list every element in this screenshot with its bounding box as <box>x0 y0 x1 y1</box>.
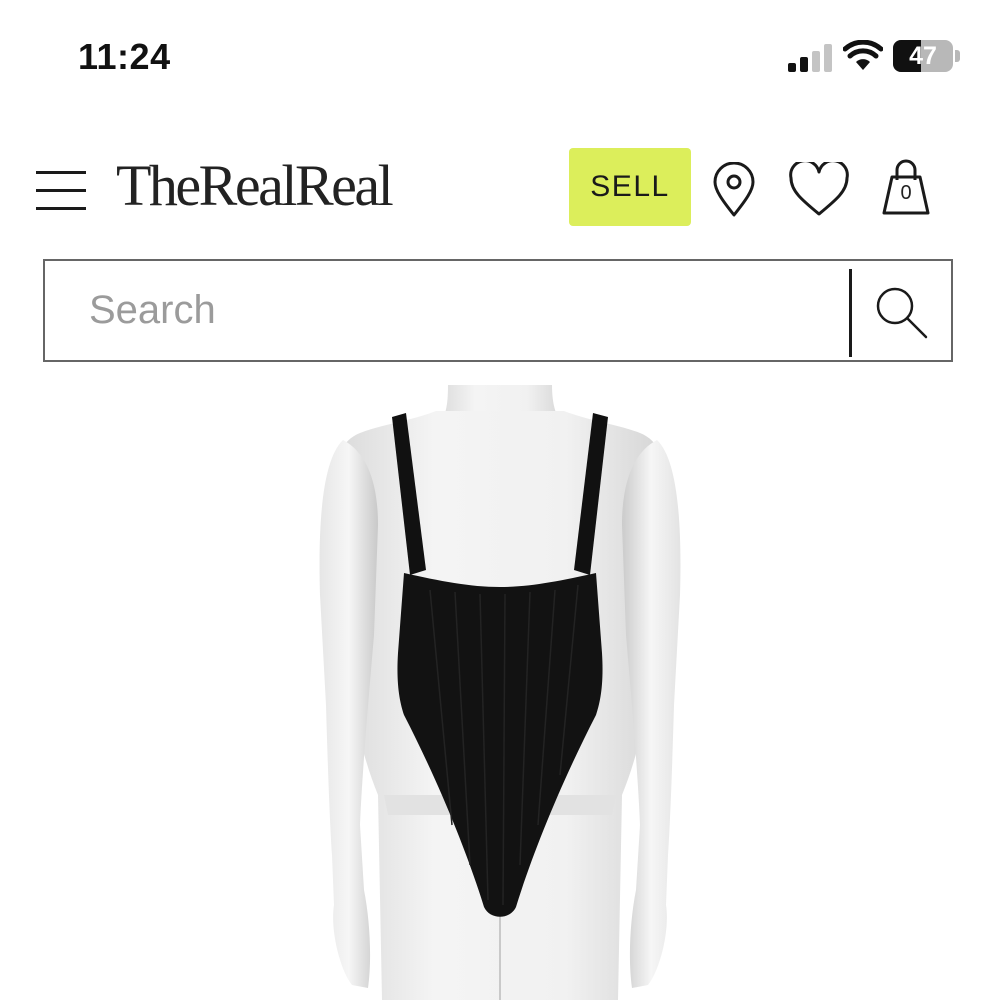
search-button[interactable] <box>853 261 951 360</box>
product-image[interactable] <box>0 385 1000 1000</box>
sell-button[interactable]: SELL <box>569 148 691 226</box>
site-logo[interactable]: TheRealReal <box>116 152 394 219</box>
status-time: 11:24 <box>78 36 171 77</box>
battery-level: 47 <box>909 42 937 70</box>
site-header: TheRealReal SELL 0 <box>0 130 1000 245</box>
bag-count: 0 <box>900 182 912 204</box>
product-page: 11:24 47 TheRealReal SELL 0 Search <box>0 0 1000 1000</box>
search-divider <box>849 269 852 357</box>
wifi-icon <box>843 40 883 70</box>
shopping-bag-icon[interactable]: 0 <box>875 158 937 216</box>
search-icon <box>876 287 928 339</box>
battery-icon: 47 <box>893 40 961 72</box>
status-bar: 11:24 47 <box>0 0 1000 110</box>
heart-icon[interactable] <box>788 162 850 218</box>
search-input[interactable] <box>45 261 849 360</box>
hamburger-menu-icon[interactable] <box>34 166 88 216</box>
search-bar <box>43 259 953 362</box>
signal-icon <box>788 44 832 72</box>
location-pin-icon[interactable] <box>711 162 757 218</box>
